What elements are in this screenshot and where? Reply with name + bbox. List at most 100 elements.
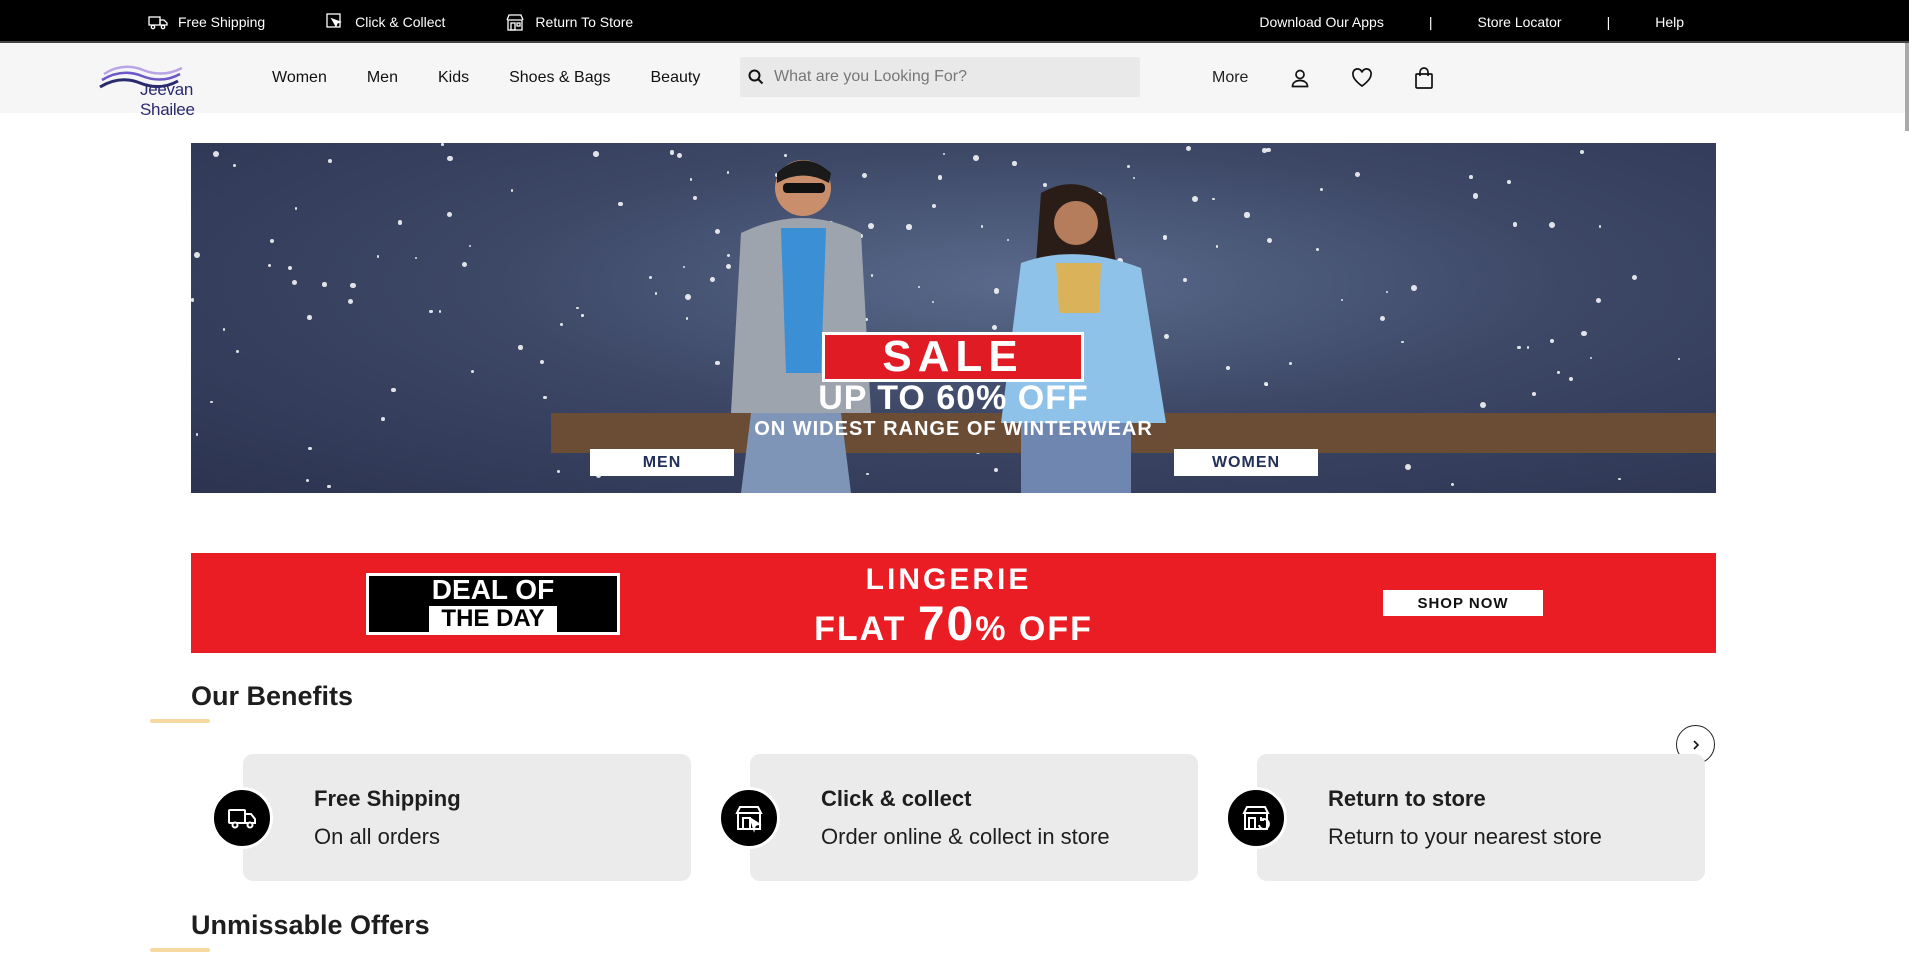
snowflake: [376, 255, 380, 259]
snowflake: [1579, 149, 1584, 154]
benefits-title: Our Benefits: [191, 681, 354, 711]
main-header: Jeevan Shailee Women Men Kids Shoes & Ba…: [0, 43, 1905, 119]
help-link[interactable]: Help: [1610, 14, 1729, 30]
deal-of-day-banner[interactable]: DEAL OF THE DAY LINGERIE FLAT 70% OFF SH…: [191, 553, 1716, 653]
snowflake: [1340, 298, 1343, 301]
download-apps-link[interactable]: Download Our Apps: [1214, 14, 1429, 30]
snowflake: [288, 265, 293, 270]
page-scrollbar[interactable]: [1905, 43, 1909, 131]
snowflake: [414, 256, 418, 260]
snowflake: [308, 446, 312, 451]
snowflake: [677, 152, 683, 158]
click-collect-icon: [735, 806, 763, 833]
snowflake: [1226, 366, 1230, 370]
snowflake: [328, 159, 332, 164]
brand-logo[interactable]: Jeevan Shailee: [98, 60, 238, 119]
snowflake: [462, 261, 468, 268]
snowflake: [1192, 196, 1199, 203]
snowflake: [1265, 147, 1271, 153]
logo-text: Jeevan Shailee: [140, 80, 195, 119]
deal-offer-prefix: FLAT: [814, 610, 907, 648]
truck-icon: [148, 15, 168, 29]
snowflake: [1355, 171, 1360, 177]
more-menu[interactable]: More: [1212, 69, 1248, 87]
snowflake: [1405, 464, 1411, 470]
shop-now-button[interactable]: SHOP NOW: [1383, 590, 1543, 616]
snowflake: [1557, 371, 1560, 374]
snowflake: [322, 282, 327, 287]
snowflake: [972, 155, 979, 161]
hero-subheadline: ON WIDEST RANGE OF WINTERWEAR: [754, 418, 1153, 440]
return-to-store-label: Return To Store: [535, 13, 634, 30]
benefit-subtitle: On all orders: [314, 824, 440, 849]
snowflake: [1598, 225, 1602, 228]
snowflake: [1581, 331, 1587, 337]
bag-icon[interactable]: [1412, 66, 1436, 90]
nav-beauty[interactable]: Beauty: [651, 69, 701, 87]
main-nav: Women Men Kids Shoes & Bags Beauty: [272, 43, 700, 113]
snowflake: [931, 301, 934, 304]
snowflake: [268, 264, 272, 268]
snowflake: [1631, 274, 1638, 281]
snowflake: [428, 309, 433, 314]
snowflake: [1400, 340, 1404, 344]
deal-offer-number: 70: [917, 598, 976, 651]
utility-links: Free Shipping Click & Collect Return To …: [148, 0, 633, 43]
store-locator-link[interactable]: Store Locator: [1433, 14, 1607, 30]
free-shipping-link[interactable]: Free Shipping: [148, 13, 265, 31]
search-icon[interactable]: [748, 69, 764, 85]
snowflake: [917, 286, 921, 289]
snowflake: [556, 470, 560, 474]
snowflake: [1320, 188, 1324, 192]
benefit-icon-wrap: [211, 787, 273, 849]
snowflake: [1315, 248, 1319, 252]
snowflake: [212, 151, 219, 158]
snowflake: [232, 163, 237, 168]
benefit-icon-wrap: [718, 787, 780, 849]
snowflake: [654, 292, 658, 295]
snowflake: [292, 280, 298, 286]
hero-banner[interactable]: SALE UP TO 60% OFF ON WIDEST RANGE OF WI…: [191, 143, 1716, 493]
click-collect-link[interactable]: Click & Collect: [325, 12, 446, 31]
benefit-title: Return to store: [1328, 786, 1486, 811]
snowflake: [1012, 161, 1017, 166]
top-utility-bar: Free Shipping Click & Collect Return To …: [0, 0, 1909, 43]
return-to-store-link[interactable]: Return To Store: [505, 13, 633, 31]
sale-label: SALE: [822, 332, 1084, 382]
snowflake: [191, 298, 195, 302]
snowflake: [937, 175, 943, 180]
snowflake: [1212, 197, 1216, 201]
hero-headline: UP TO 60% OFF: [818, 379, 1089, 417]
nav-women[interactable]: Women: [272, 69, 327, 87]
benefit-card-click-collect[interactable]: Click & collect Order online & collect i…: [718, 754, 1198, 881]
hero-men-button[interactable]: MEN: [590, 449, 734, 476]
chevron-right-icon: [1692, 739, 1699, 750]
search-input[interactable]: [774, 68, 1114, 86]
nav-shoes-bags[interactable]: Shoes & Bags: [509, 69, 610, 87]
benefit-card-free-shipping[interactable]: Free Shipping On all orders: [211, 754, 691, 881]
snowflake: [1380, 316, 1386, 322]
benefit-title: Click & collect: [821, 786, 972, 811]
hero-women-button[interactable]: WOMEN: [1174, 449, 1318, 476]
snowflake: [1678, 357, 1681, 360]
snowflake: [669, 150, 674, 155]
click-collect-label: Click & Collect: [355, 13, 446, 30]
snowflake: [468, 244, 471, 247]
snowflake: [617, 201, 623, 207]
snowflake: [235, 350, 240, 354]
benefit-icon-wrap: [1225, 787, 1287, 849]
snowflake: [906, 224, 912, 230]
user-icon[interactable]: [1288, 66, 1312, 90]
heart-icon[interactable]: [1350, 66, 1374, 90]
snowflake: [347, 299, 353, 305]
snowflake: [510, 189, 514, 192]
nav-kids[interactable]: Kids: [438, 69, 469, 87]
snowflake: [1410, 285, 1417, 291]
deal-offer-suffix: % OFF: [975, 610, 1093, 648]
snowflake: [294, 207, 298, 210]
snowflake: [518, 345, 523, 350]
snowflake: [447, 155, 453, 162]
benefit-card-return-store[interactable]: Return to store Return to your nearest s…: [1225, 754, 1705, 881]
snowflake: [581, 314, 584, 317]
nav-men[interactable]: Men: [367, 69, 398, 87]
